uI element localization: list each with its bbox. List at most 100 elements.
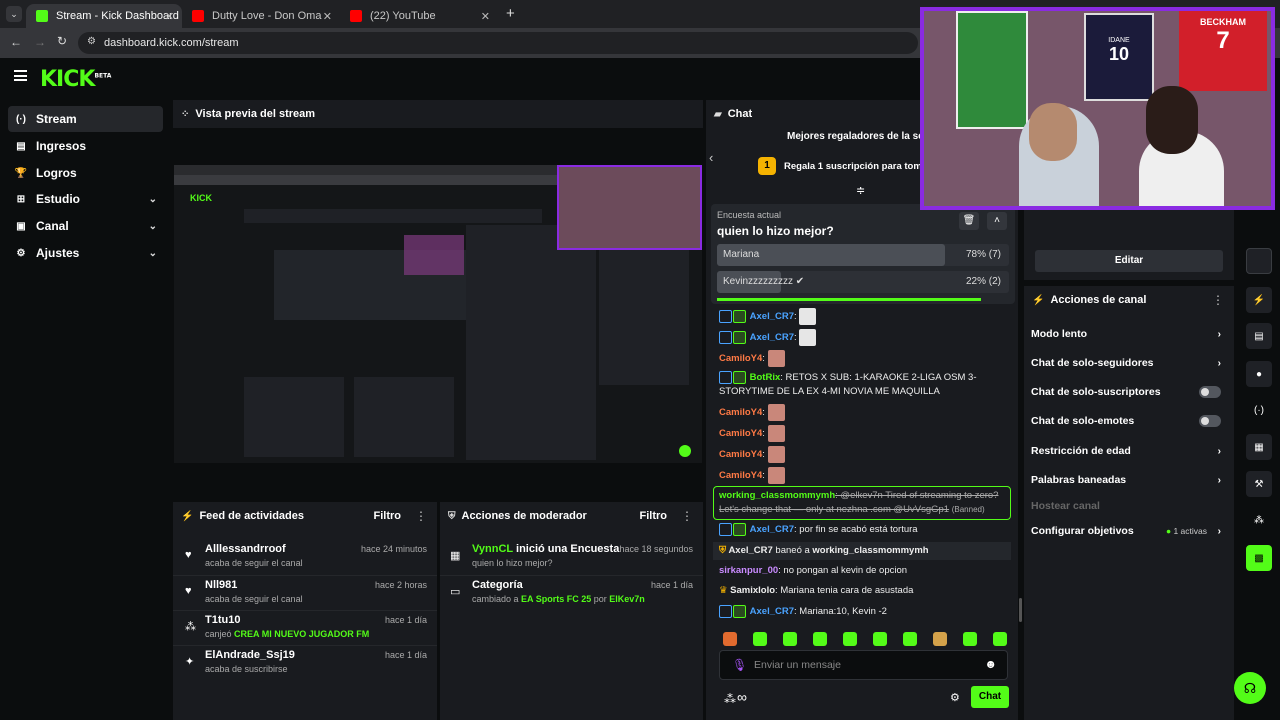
feed-item[interactable]: ♥ Alllessandrroof acaba de seguir el can… (173, 540, 437, 576)
shield-icon: ⛨ (448, 510, 456, 522)
more-options-icon[interactable]: ⋮ (415, 509, 427, 523)
feed-item[interactable]: ♥ Nll981 acaba de seguir el canal hace 2… (173, 575, 437, 611)
edit-button[interactable]: Editar (1035, 250, 1223, 272)
reload-icon[interactable]: ↻ (57, 34, 67, 48)
chevron-right-icon: › (1217, 357, 1221, 369)
site-info-icon[interactable]: ⚙ (87, 36, 96, 47)
gear-icon[interactable]: ⚙ (950, 691, 960, 704)
points-icon[interactable]: ⁂ (724, 692, 736, 706)
chat-message: Axel_CR7: (719, 308, 1014, 325)
points-icon[interactable]: ⁂ (1246, 507, 1272, 533)
more-options-icon[interactable]: ⋮ (1212, 293, 1224, 307)
sidebar-item-estudio[interactable]: ⊞ Estudio ⌄ (8, 186, 163, 212)
action-restriccion-edad[interactable]: Restricción de edad › (1031, 441, 1231, 461)
poll-card: Encuesta actual quien lo hizo mejor? 🗑 ˄… (711, 204, 1015, 304)
preview-icon: ⁘ (181, 108, 190, 120)
gifters-title: Mejores regaladores de la se (787, 131, 924, 142)
chat-message: ♛ Samixlolo: Mariana tenia cara de asust… (719, 585, 914, 596)
flagged-message[interactable]: working_classmommymh: @elkev7n Tired of … (713, 486, 1011, 520)
action-modo-lento[interactable]: Modo lento › (1031, 324, 1231, 344)
moderator-badge (719, 523, 732, 536)
gift-label: Regala 1 suscripción para tomar (784, 160, 931, 172)
sidebar-item-stream[interactable]: (·) Stream (8, 106, 163, 132)
emote-bar[interactable] (723, 632, 1013, 649)
chat-icon: ▰ (714, 108, 722, 120)
mod-item[interactable]: ▭ Categoría cambiado a EA Sports FC 25 p… (440, 575, 703, 611)
wrench-icon[interactable]: ⚒ (1246, 471, 1272, 497)
clapper-icon[interactable]: ▩ (1246, 545, 1272, 571)
chat-message: Axel_CR7: (719, 329, 1014, 346)
heart-icon: ♥ (185, 549, 192, 561)
emoji-icon[interactable]: ☻ (984, 657, 997, 671)
collapse-icon[interactable]: ˄ (987, 212, 1007, 230)
chevron-left-icon[interactable]: ‹ (709, 150, 713, 165)
mod-item[interactable]: ▦ VynnCL inició una Encuesta quien lo hi… (440, 540, 703, 576)
bolt-icon[interactable]: ⚡ (1246, 287, 1272, 313)
emote (767, 467, 785, 484)
chevron-down-icon: ⌄ (148, 193, 157, 205)
broadcast-icon[interactable]: (·) (1246, 397, 1272, 423)
mic-icon[interactable]: 🎙 (732, 658, 747, 672)
chat-bubble-icon[interactable]: ● (1246, 361, 1272, 387)
close-icon[interactable]: ✕ (323, 10, 332, 23)
notes-icon[interactable]: ▤ (1246, 323, 1272, 349)
browser-tab-youtube-music[interactable]: Dutty Love - Don Omar Ft Nata ✕ (182, 4, 340, 28)
feed-item[interactable]: ✦ ElAndrade_Ssj19 acaba de suscribirse h… (173, 645, 437, 681)
moderator-badge (719, 605, 732, 618)
close-icon[interactable]: ✕ (481, 10, 490, 23)
panel-title: Feed de actividades (199, 510, 304, 522)
chat-input[interactable]: 🎙 Enviar un mensaje ☻ (719, 650, 1008, 680)
feed-time: hace 1 día (384, 615, 427, 625)
scrollbar[interactable] (1019, 598, 1022, 622)
layout-icon[interactable]: ▦ (1246, 434, 1272, 460)
webcam-overlay: IDANE 10 BECKHAM 7 (920, 7, 1275, 210)
emote (723, 632, 737, 646)
forward-icon[interactable]: → (34, 35, 46, 49)
action-solo-emotes[interactable]: Chat de solo-emotes (1031, 411, 1231, 431)
emote (843, 632, 857, 646)
feed-item[interactable]: ⁂ T1tu10 canjeó CREA MI NUEVO JUGADOR FM… (173, 610, 437, 646)
poll-option-pct: 78% (7) (965, 249, 1001, 260)
toggle-switch (1199, 415, 1221, 427)
panel-title: Vista previa del stream (195, 108, 316, 120)
url-field[interactable]: ⚙ dashboard.kick.com/stream (78, 32, 918, 54)
send-chat-button[interactable]: Chat (971, 686, 1009, 708)
sidebar-item-ajustes[interactable]: ⚙ Ajustes ⌄ (8, 240, 163, 266)
action-solo-seguidores[interactable]: Chat de solo-seguidores › (1031, 353, 1231, 373)
menu-icon[interactable] (14, 70, 27, 81)
new-tab-button[interactable]: + (506, 5, 515, 22)
action-configurar-objetivos[interactable]: Configurar objetivos ● 1 activas › (1031, 521, 1231, 541)
browser-tab-kick[interactable]: Stream - Kick Dashboard ✕ (26, 4, 182, 28)
kick-logo[interactable]: KICKBETA (40, 67, 111, 92)
poll-icon: ▦ (450, 550, 461, 562)
panel-title: Acciones de moderador (461, 510, 587, 522)
filter-button[interactable]: Filtro (374, 510, 402, 522)
poll-option: Kevinzzzzzzzzz ✔ 22% (2) (717, 271, 1009, 293)
poll-option: Mariana 78% (7) (717, 244, 1009, 266)
sidebar-item-canal[interactable]: ▣ Canal ⌄ (8, 213, 163, 239)
emote (767, 404, 785, 421)
gift-sub-row[interactable]: 1 Regala 1 suscripción para tomar (758, 157, 931, 175)
expand-icon[interactable]: ≑ (856, 184, 865, 197)
rail-button[interactable] (1246, 248, 1272, 274)
emote (813, 632, 827, 646)
support-button[interactable]: ☊ (1234, 672, 1266, 704)
action-solo-suscriptores[interactable]: Chat de solo-suscriptores (1031, 382, 1231, 402)
filter-button[interactable]: Filtro (640, 510, 668, 522)
browser-tab-youtube[interactable]: (22) YouTube ✕ (340, 4, 498, 28)
tab-search-button[interactable]: ⌄ (6, 6, 22, 22)
emote (933, 632, 947, 646)
more-options-icon[interactable]: ⋮ (681, 509, 693, 523)
emote (963, 632, 977, 646)
sidebar-item-ingresos[interactable]: ▤ Ingresos (8, 133, 163, 159)
url-text: dashboard.kick.com/stream (104, 37, 239, 49)
back-icon[interactable]: ← (10, 35, 22, 49)
panel-title: Acciones de canal (1050, 294, 1147, 306)
delete-icon[interactable]: 🗑 (959, 212, 979, 230)
emote (799, 308, 817, 325)
close-icon[interactable]: ✕ (165, 10, 174, 23)
sidebar-item-label: Estudio (36, 192, 80, 206)
stream-preview-video[interactable]: KICK (174, 165, 702, 463)
sidebar-item-logros[interactable]: 🏆 Logros (8, 160, 163, 186)
action-palabras-baneadas[interactable]: Palabras baneadas › (1031, 470, 1231, 490)
